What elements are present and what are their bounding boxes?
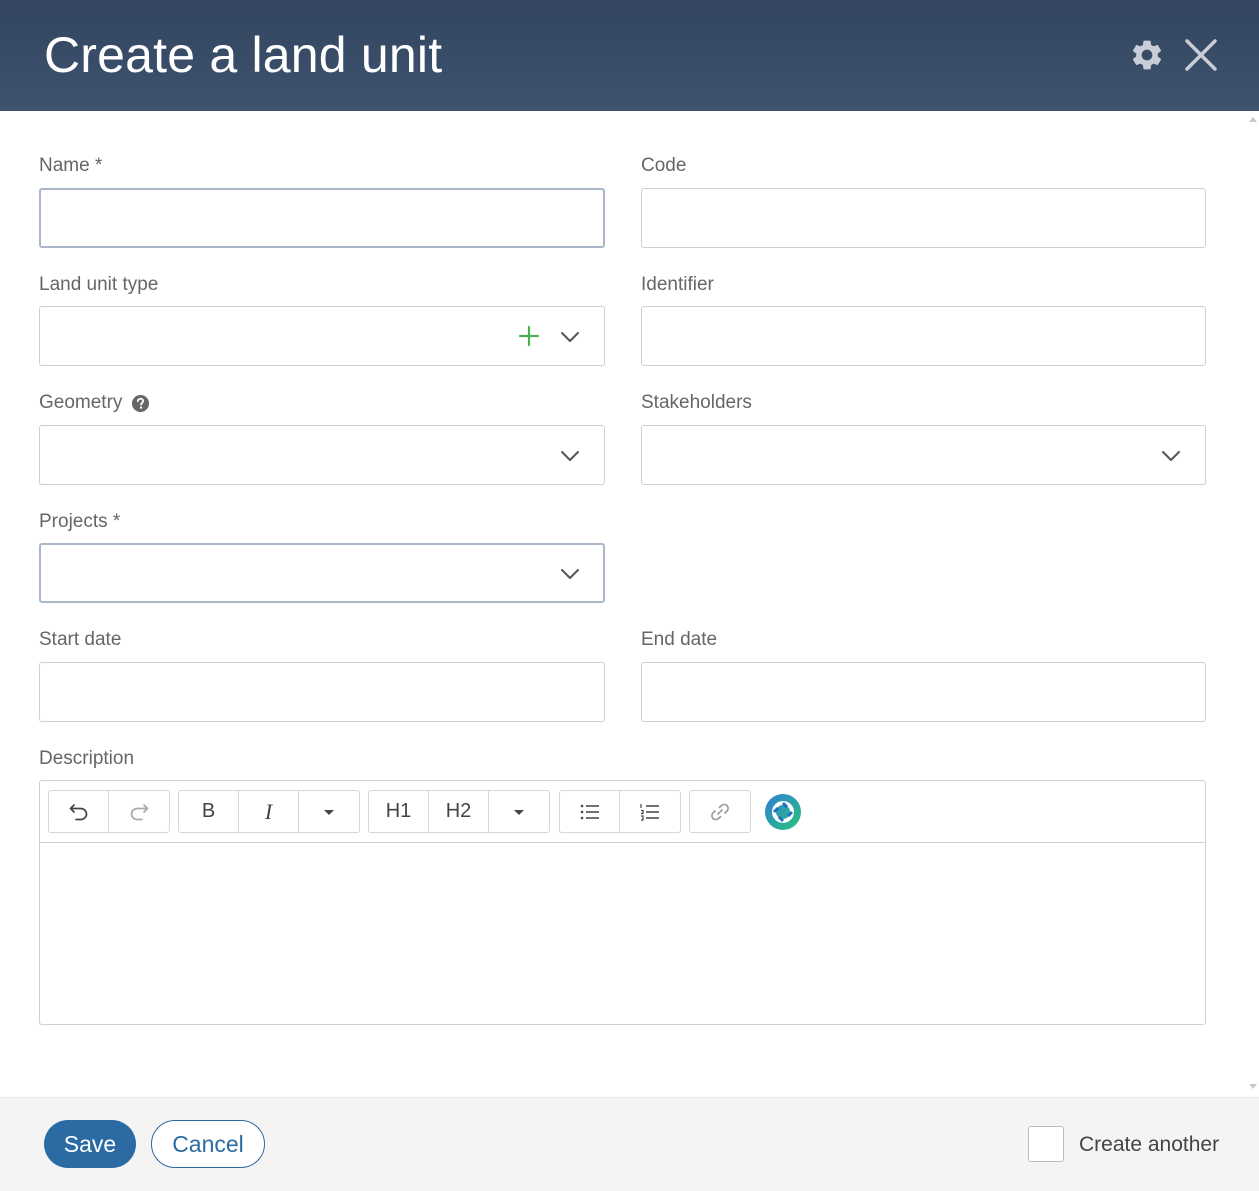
redo-button[interactable] [109, 791, 169, 832]
bold-button[interactable]: B [179, 791, 239, 832]
plus-icon[interactable] [517, 324, 541, 348]
land-unit-type-select[interactable] [39, 306, 605, 366]
projects-select[interactable] [39, 543, 605, 603]
end-date-label: End date [641, 629, 718, 650]
heading1-button[interactable]: H1 [369, 791, 429, 832]
chevron-down-icon[interactable] [1160, 445, 1182, 467]
name-field-wrapper [39, 188, 605, 248]
link-group [689, 790, 751, 833]
start-date-input[interactable] [40, 663, 604, 721]
dialog-header: Create a land unit [0, 0, 1259, 111]
identifier-label: Identifier [641, 274, 714, 295]
scroll-up-arrow[interactable] [1248, 114, 1258, 124]
geometry-label: Geometry [39, 392, 123, 413]
editor-toolbar: B I H1 H2 [40, 781, 1205, 843]
format-more-button[interactable] [299, 791, 359, 832]
bullet-list-button[interactable] [560, 791, 620, 832]
caret-down-icon [514, 809, 524, 815]
heading1-label: H1 [385, 800, 412, 822]
question-circle-icon[interactable] [131, 394, 150, 413]
heading2-button[interactable]: H2 [429, 791, 489, 832]
name-input[interactable] [41, 190, 603, 246]
stakeholders-label: Stakeholders [641, 392, 752, 413]
code-field-wrapper [641, 188, 1206, 248]
create-another-label: Create another [1079, 1133, 1220, 1156]
scroll-down-arrow[interactable] [1248, 1082, 1258, 1092]
numbered-list-button[interactable] [620, 791, 680, 832]
stakeholders-select[interactable] [641, 425, 1206, 485]
bold-label: B [201, 800, 216, 822]
projects-label: Projects * [39, 511, 121, 532]
dialog-title: Create a land unit [44, 27, 443, 83]
description-label: Description [39, 748, 135, 769]
chevron-down-icon[interactable] [559, 445, 581, 467]
heading-more-button[interactable] [489, 791, 549, 832]
gear-icon[interactable] [1129, 37, 1165, 73]
create-another-checkbox[interactable] [1028, 1126, 1064, 1162]
identifier-input[interactable] [642, 307, 1205, 365]
cancel-button[interactable]: Cancel [151, 1120, 265, 1168]
bullet-list-icon [580, 804, 599, 819]
caret-down-icon [324, 809, 334, 815]
save-button[interactable]: Save [44, 1120, 136, 1168]
identifier-field-wrapper [641, 306, 1206, 366]
link-icon [711, 803, 729, 820]
geometry-label-row: Geometry [39, 392, 150, 414]
end-date-field-wrapper [641, 662, 1206, 722]
land-unit-type-label: Land unit type [39, 274, 159, 295]
italic-label: I [264, 798, 273, 824]
heading2-label: H2 [445, 800, 472, 822]
start-date-label: Start date [39, 629, 122, 650]
end-date-input[interactable] [642, 663, 1205, 721]
code-label: Code [641, 155, 687, 176]
undo-icon [69, 803, 87, 820]
list-group [559, 790, 681, 833]
chevron-down-icon[interactable] [559, 563, 581, 585]
undo-button[interactable] [49, 791, 109, 832]
editor-content[interactable] [40, 843, 1205, 1024]
history-group [48, 790, 170, 833]
assistant-icon[interactable] [764, 793, 802, 831]
link-button[interactable] [690, 791, 750, 832]
name-label: Name * [39, 155, 103, 176]
chevron-down-icon[interactable] [559, 326, 581, 348]
description-editor: B I H1 H2 [39, 780, 1206, 1025]
start-date-field-wrapper [39, 662, 605, 722]
dialog-footer: Save Cancel Create another [0, 1097, 1259, 1191]
italic-button[interactable]: I [239, 791, 299, 832]
code-input[interactable] [642, 189, 1205, 247]
close-icon[interactable] [1182, 36, 1220, 74]
redo-icon [130, 803, 149, 820]
geometry-select[interactable] [39, 425, 605, 485]
format-group: B I [178, 790, 360, 833]
heading-group: H1 H2 [368, 790, 550, 833]
numbered-list-icon [640, 803, 659, 821]
